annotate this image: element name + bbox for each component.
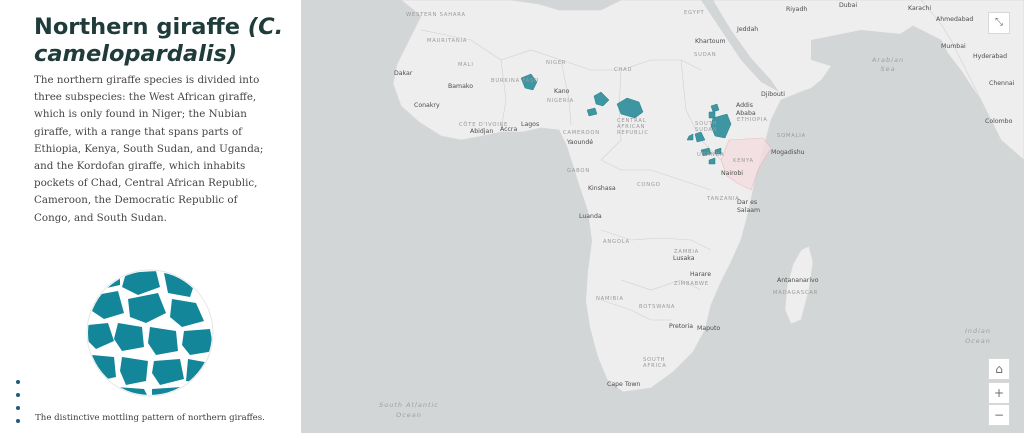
label-madagascar: MADAGASCAR <box>773 290 819 296</box>
range-map[interactable]: WESTERN SAHARA MAURITANIA MALI BURKINA F… <box>301 0 1024 433</box>
label-conakry: Conakry <box>414 102 440 109</box>
nav-dot-2[interactable] <box>16 393 20 397</box>
nav-dot-3[interactable] <box>16 406 20 410</box>
nav-dot-1[interactable] <box>16 380 20 384</box>
label-central-african-republic: CENTRAL AFRICAN REPUBLIC <box>617 118 649 136</box>
label-indian-ocean: Indian Ocean <box>964 327 992 345</box>
label-yaounde: Yaoundé <box>567 139 594 146</box>
label-kano: Kano <box>554 88 570 95</box>
label-egypt: EGYPT <box>684 10 705 16</box>
label-botswana: BOTSWANA <box>639 304 676 310</box>
label-ahmedabad: Ahmedabad <box>936 16 974 23</box>
label-kinshasa: Kinshasa <box>588 185 616 192</box>
label-cape-town: Cape Town <box>607 381 641 388</box>
label-addis-ababa: Addis Ababa <box>736 102 756 117</box>
label-harare: Harare <box>690 271 711 278</box>
title-common-name: Northern giraffe <box>34 14 248 40</box>
label-mumbai: Mumbai <box>941 43 966 50</box>
label-khartoum: Khartoum <box>695 38 726 45</box>
expand-button[interactable]: ⤡ <box>988 12 1010 34</box>
label-cameroon: CAMEROON <box>563 130 600 136</box>
label-somalia: SOMALIA <box>777 133 806 139</box>
label-dar-es-salaam: Dar es Salaam <box>737 199 761 214</box>
label-south-atlantic-ocean: South Atlantic Ocean <box>379 401 439 419</box>
label-lagos: Lagos <box>521 121 540 128</box>
label-burkina-faso: BURKINA FASO <box>491 78 540 84</box>
label-south-sudan: SOUTH SUDAN <box>695 121 718 133</box>
label-mogadishu: Mogadishu <box>771 149 805 156</box>
label-kenya: KENYA <box>733 158 754 164</box>
label-luanda: Luanda <box>579 213 602 220</box>
label-djibouti: Djibouti <box>761 91 785 98</box>
label-western-sahara: WESTERN SAHARA <box>406 12 466 18</box>
label-maputo: Maputo <box>697 325 721 332</box>
slide-navigation <box>16 380 24 432</box>
label-lusaka: Lusaka <box>673 255 695 262</box>
label-zimbabwe: ZIMBABWE <box>674 281 709 287</box>
nav-dot-4[interactable] <box>16 419 20 423</box>
label-mauritania: MAURITANIA <box>427 38 468 44</box>
page-title: Northern giraffe (C. camelopardalis) <box>34 14 296 68</box>
label-chennai: Chennai <box>989 80 1015 87</box>
label-dakar: Dakar <box>394 70 413 77</box>
label-dubai: Dubai <box>839 2 858 9</box>
image-caption: The distinctive mottling pattern of nort… <box>35 413 265 423</box>
home-button[interactable]: ⌂ <box>988 358 1010 380</box>
label-uganda: UGANDA <box>697 152 725 158</box>
label-bamako: Bamako <box>448 83 474 90</box>
label-mali: MALI <box>458 62 474 68</box>
label-niger: NIGER <box>546 60 567 66</box>
label-gabon: GABON <box>567 168 590 174</box>
label-south-africa: SOUTH AFRICA <box>643 357 667 369</box>
label-pretoria: Pretoria <box>669 323 694 330</box>
label-chad: CHAD <box>614 67 633 73</box>
label-accra: Accra <box>500 126 518 133</box>
label-sudan: SUDAN <box>694 52 717 58</box>
label-arabian-sea: Arabian Sea <box>871 56 905 73</box>
zoom-out-button[interactable]: − <box>988 404 1010 426</box>
label-antananarivo: Antananarivo <box>777 277 819 284</box>
label-jeddah: Jeddah <box>737 26 759 33</box>
label-hyderabad: Hyderabad <box>973 53 1008 60</box>
label-nairobi: Nairobi <box>721 170 743 177</box>
label-namibia: NAMIBIA <box>596 296 624 302</box>
label-tanzania: TANZANIA <box>707 196 740 202</box>
zoom-in-button[interactable]: + <box>988 382 1010 404</box>
species-description: The northern giraffe species is divided … <box>34 74 264 224</box>
story-panel: Northern giraffe (C. camelopardalis) The… <box>0 0 301 433</box>
label-congo: CONGO <box>637 182 661 188</box>
label-riyadh: Riyadh <box>786 6 808 13</box>
label-nigeria: NIGERIA <box>547 98 574 104</box>
label-abidjan: Abidjan <box>470 128 494 135</box>
label-angola: ANGOLA <box>603 239 630 245</box>
label-karachi: Karachi <box>908 5 932 12</box>
label-colombo: Colombo <box>985 118 1013 125</box>
range-nubian-ss2 <box>708 111 716 119</box>
giraffe-pattern-image <box>86 269 214 397</box>
